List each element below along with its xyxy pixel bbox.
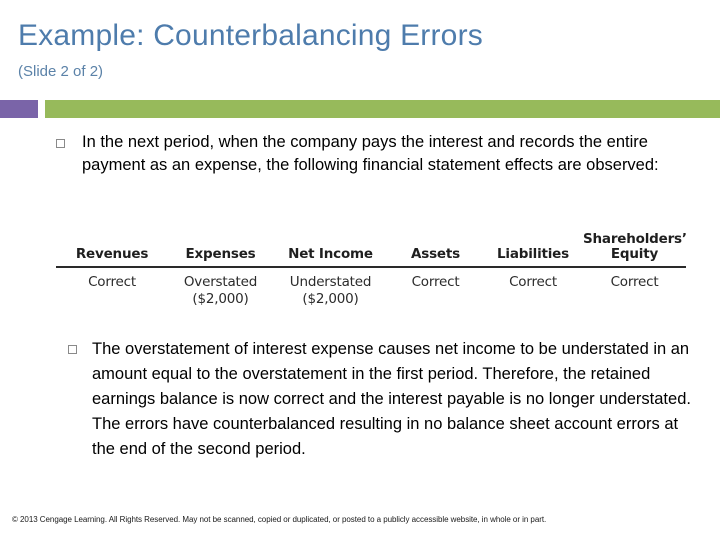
table-row: Correct Overstated ($2,000) Understated … <box>56 267 686 309</box>
bullet-item-1-text: In the next period, when the company pay… <box>82 133 659 174</box>
table-header-shareholders-equity-line2: Equity <box>610 246 659 262</box>
table-header-expenses: Expenses <box>168 218 273 268</box>
page-title: Example: Counterbalancing Errors <box>18 19 483 52</box>
table-cell-expenses: Overstated ($2,000) <box>168 267 273 309</box>
table-cell-revenues: Correct <box>56 267 168 309</box>
table-cell-liabilities: Correct <box>483 267 583 309</box>
slide-body: In the next period, when the company pay… <box>0 118 720 508</box>
slide-header: Example: Counterbalancing Errors (Slide … <box>0 0 720 100</box>
open-square-bullet-icon <box>56 139 65 148</box>
table-cell-expenses-line1: Overstated <box>183 274 258 290</box>
bullet-item-1: In the next period, when the company pay… <box>56 131 696 177</box>
copyright-footer: © 2013 Cengage Learning. All Rights Rese… <box>12 515 547 524</box>
table-header-liabilities: Liabilities <box>483 218 583 268</box>
financial-statement-effects-table: Revenues Expenses Net Income Assets Liab… <box>56 218 687 309</box>
table-cell-net-income: Understated ($2,000) <box>273 267 388 309</box>
table-header-shareholders-equity-line1: Shareholders’ <box>583 231 687 247</box>
table-cell-liabilities-line1: Correct <box>509 274 557 290</box>
table-cell-shareholders-equity: Correct <box>583 267 686 309</box>
table-header-revenues: Revenues <box>56 218 168 268</box>
table-cell-revenues-line1: Correct <box>88 274 136 290</box>
table-header-shareholders-equity: Shareholders’ Equity <box>583 218 687 268</box>
table-body: Correct Overstated ($2,000) Understated … <box>56 267 686 309</box>
table-cell-expenses-line2: ($2,000) <box>192 291 249 307</box>
accent-bar-green <box>45 100 720 118</box>
accent-bar-purple <box>0 100 38 118</box>
table-header: Revenues Expenses Net Income Assets Liab… <box>56 218 687 268</box>
table-cell-shareholders-equity-line1: Correct <box>610 274 659 290</box>
table: Revenues Expenses Net Income Assets Liab… <box>56 218 687 309</box>
bullet-item-2-text: The overstatement of interest expense ca… <box>92 340 691 458</box>
table-cell-assets-line1: Correct <box>411 274 460 290</box>
table-header-assets: Assets <box>388 218 483 268</box>
slide-subtitle: (Slide 2 of 2) <box>18 63 104 80</box>
table-header-row: Revenues Expenses Net Income Assets Liab… <box>56 218 687 268</box>
table-header-net-income: Net Income <box>273 218 388 268</box>
bullet-item-2: The overstatement of interest expense ca… <box>68 337 696 462</box>
table-cell-assets: Correct <box>388 267 483 309</box>
table-cell-net-income-line1: Understated <box>289 274 372 290</box>
table-cell-net-income-line2: ($2,000) <box>302 291 359 307</box>
open-square-bullet-icon <box>68 345 77 354</box>
